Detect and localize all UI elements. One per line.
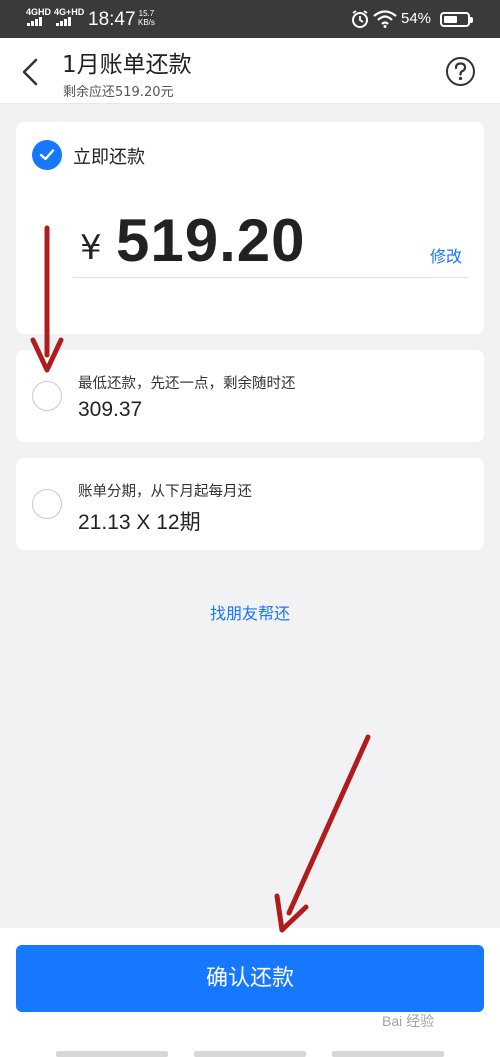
immediate-repay-checkbox[interactable] [32, 140, 62, 170]
annotation-arrow [274, 734, 371, 933]
currency-symbol: ¥ [80, 228, 102, 268]
immediate-repay-label: 立即还款 [73, 147, 145, 168]
installment-card[interactable]: 账单分期，从下月起每月还 21.13 X 12期 [16, 458, 484, 550]
chevron-left-icon [22, 58, 38, 86]
network-type-1: 4GHD [26, 7, 52, 17]
network-speed-unit: KB/s [138, 18, 155, 27]
watermark: Bai 经验 [382, 1003, 478, 1031]
installment-label: 账单分期，从下月起每月还 [78, 484, 252, 500]
minimum-repay-value: 309.37 [78, 398, 143, 421]
back-button[interactable] [14, 52, 48, 90]
wifi-icon [373, 10, 397, 28]
modify-amount-link[interactable]: 修改 [430, 243, 462, 267]
network-type-2: 4G+HD [54, 7, 85, 17]
battery-icon [440, 12, 473, 27]
question-circle-icon [446, 57, 475, 86]
nav-indicator [194, 1051, 306, 1057]
status-bar: 4GHD 4G+HD 18:47 15.7 KB/s 54% [0, 0, 500, 38]
help-button[interactable] [445, 56, 476, 87]
signal-icon [56, 17, 71, 26]
minimum-repay-label: 最低还款，先还一点，剩余随时还 [78, 376, 296, 392]
confirm-repay-button[interactable]: 确认还款 [16, 945, 484, 1012]
nav-indicator [56, 1051, 168, 1057]
page-subtitle: 剩余应还519.20元 [63, 85, 174, 100]
page-title: 1月账单还款 [62, 52, 192, 78]
minimum-repay-card[interactable]: 最低还款，先还一点，剩余随时还 309.37 [16, 350, 484, 442]
watermark-text: Bai 经验 [382, 1013, 435, 1029]
network-speed: 15.7 KB/s [138, 9, 155, 27]
status-time: 18:47 [88, 9, 136, 30]
minimum-repay-radio[interactable] [32, 381, 62, 411]
installment-value: 21.13 X 12期 [78, 511, 201, 534]
page-header: 1月账单还款 剩余应还519.20元 [0, 38, 500, 104]
alarm-icon [352, 10, 368, 28]
nav-indicator [332, 1051, 444, 1057]
immediate-repay-card[interactable]: 立即还款 ¥ 519.20 修改 [16, 122, 484, 334]
friend-pay-link[interactable]: 找朋友帮还 [0, 600, 500, 624]
checkmark-icon [39, 149, 55, 161]
installment-radio[interactable] [32, 489, 62, 519]
repay-amount: 519.20 [116, 207, 306, 274]
battery-percent: 54% [401, 10, 432, 27]
amount-divider [73, 277, 468, 278]
signal-icon [27, 17, 42, 26]
network-speed-value: 15.7 [138, 9, 155, 18]
